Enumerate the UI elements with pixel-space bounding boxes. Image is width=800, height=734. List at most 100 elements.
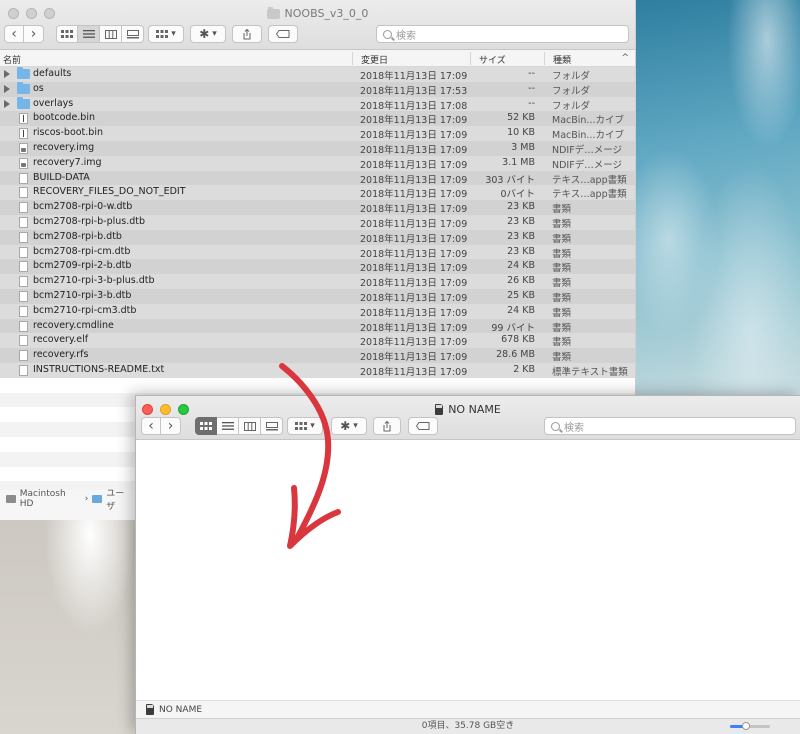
- file-row[interactable]: bcm2710-rpi-3-b.dtb 2018年11月13日 17:09 25 K…: [0, 288, 635, 304]
- file-kind: 書類: [552, 322, 572, 334]
- file-kind: 書類: [552, 218, 572, 230]
- search-placeholder: 検索: [396, 30, 416, 42]
- file-kind: 書類: [552, 278, 572, 290]
- file-row[interactable]: bcm2708-rpi-cm.dtb 2018年11月13日 17:09 23 KB…: [0, 244, 635, 260]
- file-kind: NDIFデ…メージ: [552, 159, 622, 171]
- group-by-button[interactable]: ▾: [287, 417, 323, 435]
- search-field[interactable]: 検索: [376, 25, 629, 43]
- column-view-button[interactable]: [100, 25, 122, 43]
- file-date: 2018年11月13日 17:09: [360, 130, 468, 142]
- document-icon: [19, 216, 28, 228]
- column-kind[interactable]: 種類: [553, 53, 571, 66]
- back-button[interactable]: ‹: [4, 25, 24, 43]
- file-name: defaults: [33, 68, 72, 79]
- file-size: 23 KB: [507, 215, 535, 227]
- toolbar: NO NAME ‹ › ▾ ✱ ▾ 検索: [136, 396, 800, 440]
- list-view-button[interactable]: [78, 25, 100, 43]
- column-name[interactable]: 名前: [3, 53, 21, 66]
- file-size: 10 KB: [507, 127, 535, 139]
- file-date: 2018年11月13日 17:09: [360, 218, 468, 230]
- file-size: 3 MB: [511, 141, 535, 153]
- share-button[interactable]: [373, 417, 401, 435]
- file-name: recovery7.img: [33, 156, 102, 168]
- disclosure-triangle-icon[interactable]: [4, 70, 10, 78]
- tag-button[interactable]: [408, 417, 438, 435]
- path-item-volume[interactable]: NO NAME: [159, 705, 202, 715]
- tag-icon: [276, 30, 290, 38]
- view-mode-buttons: [195, 417, 283, 435]
- disclosure-triangle-icon[interactable]: [4, 99, 10, 108]
- search-field[interactable]: 検索: [544, 417, 796, 435]
- file-name: bcm2710-rpi-3-b-plus.dtb: [33, 275, 155, 287]
- file-row[interactable]: os 2018年11月13日 17:53 -- フォルダ: [0, 81, 635, 97]
- file-row[interactable]: recovery.rfs 2018年11月13日 17:09 28.6 MB 書類: [0, 348, 635, 363]
- icon-size-slider[interactable]: [730, 722, 770, 730]
- file-date: 2018年11月13日 17:08: [360, 100, 468, 112]
- file-kind: MacBin...カイブ: [552, 130, 624, 142]
- group-by-button[interactable]: ▾: [148, 25, 184, 43]
- file-date: 2018年11月13日 17:09: [360, 189, 468, 201]
- column-divider[interactable]: [470, 52, 471, 65]
- path-item-user[interactable]: ユーザ: [106, 486, 132, 512]
- empty-content-area[interactable]: [136, 440, 800, 700]
- hard-drive-icon: [6, 495, 16, 503]
- share-icon: [243, 28, 251, 39]
- file-row[interactable]: bcm2708-rpi-0-w.dtb 2018年11月13日 17:09 23 K…: [0, 200, 635, 215]
- file-row[interactable]: overlays 2018年11月13日 17:08 -- フォルダ: [0, 96, 635, 112]
- gallery-view-button[interactable]: [261, 417, 283, 435]
- file-date: 2018年11月13日 17:09: [360, 115, 468, 127]
- file-size: --: [528, 82, 535, 94]
- file-row[interactable]: bcm2708-rpi-b-plus.dtb 2018年11月13日 17:09 2…: [0, 214, 635, 230]
- file-size: 3.1 MB: [502, 156, 535, 168]
- file-size: 52 KB: [507, 112, 535, 124]
- action-button[interactable]: ✱ ▾: [331, 417, 367, 435]
- toolbar: NOOBS_v3_0_0 ‹ › ▾ ✱ ▾ 検索: [0, 0, 635, 50]
- path-item-disk[interactable]: Macintosh HD: [20, 489, 81, 509]
- tag-button[interactable]: [268, 25, 298, 43]
- file-row[interactable]: bootcode.bin 2018年11月13日 17:09 52 KB MacBin…: [0, 111, 635, 126]
- file-row[interactable]: bcm2710-rpi-3-b-plus.dtb 2018年11月13日 17:0…: [0, 274, 635, 289]
- icon-view-button[interactable]: [56, 25, 78, 43]
- file-row[interactable]: riscos-boot.bin 2018年11月13日 17:09 10 KB Mac…: [0, 126, 635, 141]
- file-row[interactable]: bcm2710-rpi-cm3.dtb 2018年11月13日 17:09 24 K…: [0, 303, 635, 319]
- group-grid-icon: [156, 30, 169, 38]
- column-divider[interactable]: [544, 52, 545, 65]
- tag-icon: [416, 422, 430, 430]
- column-divider[interactable]: [352, 52, 353, 65]
- action-button[interactable]: ✱ ▾: [190, 25, 226, 43]
- file-kind: 書類: [552, 204, 572, 216]
- back-button[interactable]: ‹: [141, 417, 161, 435]
- file-date: 2018年11月13日 17:09: [360, 366, 468, 378]
- file-row[interactable]: BUILD-DATA 2018年11月13日 17:09 303 バイト テキス…ap…: [0, 170, 635, 186]
- file-row[interactable]: recovery.cmdline 2018年11月13日 17:09 99 バイト 書…: [0, 318, 635, 334]
- file-row[interactable]: recovery.elf 2018年11月13日 17:09 678 KB 書類: [0, 333, 635, 348]
- file-row[interactable]: recovery7.img 2018年11月13日 17:09 3.1 MB NDIF…: [0, 155, 635, 171]
- share-button[interactable]: [232, 25, 262, 43]
- file-kind: フォルダ: [552, 85, 591, 97]
- file-size: 23 KB: [507, 245, 535, 257]
- disclosure-triangle-icon[interactable]: [4, 84, 10, 93]
- list-view-button[interactable]: [217, 417, 239, 435]
- document-icon: [19, 320, 28, 332]
- column-date[interactable]: 変更日: [361, 53, 388, 66]
- path-bar: NO NAME: [136, 700, 800, 718]
- column-view-button[interactable]: [239, 417, 261, 435]
- forward-button[interactable]: ›: [24, 25, 44, 43]
- desktop-wallpaper-sea: [636, 0, 800, 400]
- window-title-text: NO NAME: [448, 403, 501, 416]
- slider-knob[interactable]: [742, 722, 750, 730]
- file-row[interactable]: RECOVERY_FILES_DO_NOT_EDIT 2018年11月13日 17…: [0, 185, 635, 200]
- file-row[interactable]: bcm2708-rpi-b.dtb 2018年11月13日 17:09 23 KB 書…: [0, 229, 635, 245]
- file-row[interactable]: defaults 2018年11月13日 17:09 -- フォルダ: [0, 67, 635, 82]
- icon-view-button[interactable]: [195, 417, 217, 435]
- gallery-view-button[interactable]: [122, 25, 144, 43]
- group-grid-icon: [295, 422, 308, 430]
- sort-indicator-icon: ^: [621, 53, 629, 63]
- forward-button[interactable]: ›: [161, 417, 181, 435]
- file-kind: 書類: [552, 337, 572, 349]
- file-row[interactable]: INSTRUCTIONS-README.txt 2018年11月13日 17:09…: [0, 362, 635, 378]
- column-size[interactable]: サイズ: [479, 53, 506, 66]
- file-kind: 書類: [552, 352, 572, 364]
- file-row[interactable]: bcm2709-rpi-2-b.dtb 2018年11月13日 17:09 24 K…: [0, 259, 635, 274]
- file-row[interactable]: recovery.img 2018年11月13日 17:09 3 MB NDIFデ…メ…: [0, 140, 635, 156]
